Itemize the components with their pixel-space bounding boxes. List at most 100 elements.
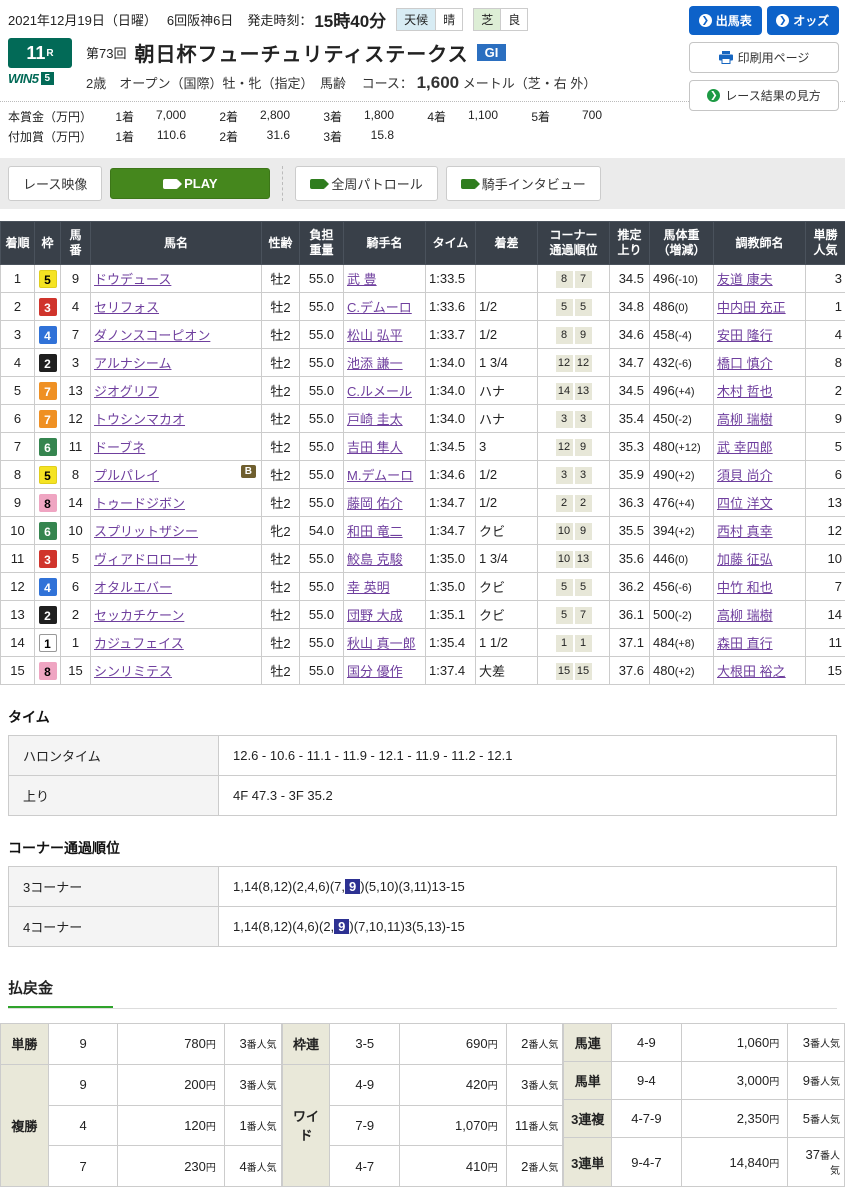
last-3f-cell: 36.2 — [610, 573, 650, 601]
extra-prize-values: 1着110.62着31.63着15.8 — [100, 128, 412, 145]
jockey-link[interactable]: C.ルメール — [347, 384, 412, 399]
trainer-link[interactable]: 安田 隆行 — [717, 328, 773, 343]
horse-name-link[interactable]: ヴィアドロローサ — [94, 552, 198, 567]
carried-weight-cell: 55.0 — [300, 293, 344, 321]
horse-name-link[interactable]: セリフォス — [94, 300, 159, 315]
payout-favorite-rank: 4番人気 — [224, 1146, 281, 1187]
corner-position: 7 — [575, 271, 592, 288]
trainer-cell: 加藤 征弘 — [714, 545, 806, 573]
horse-name-link[interactable]: スプリットザシー — [94, 524, 198, 539]
place-cell: 8 — [1, 461, 35, 489]
carried-weight-cell: 55.0 — [300, 629, 344, 657]
trainer-link[interactable]: 橋口 慎介 — [717, 356, 773, 371]
trainer-link[interactable]: 加藤 征弘 — [717, 552, 773, 567]
trainer-link[interactable]: 中竹 和也 — [717, 580, 773, 595]
horse-name-link[interactable]: シンリミテス — [94, 664, 172, 679]
how-to-read-results-button[interactable]: ❯ レース結果の見方 — [689, 80, 839, 111]
horse-name-link[interactable]: セッカチケーン — [94, 608, 184, 623]
trainer-link[interactable]: 須貝 尚介 — [717, 468, 773, 483]
jockey-link[interactable]: 幸 英明 — [347, 580, 390, 595]
horse-number-cell: 2 — [61, 601, 91, 629]
favorite-rank-cell: 2 — [806, 377, 845, 405]
body-weight-cell: 480(+2) — [650, 657, 714, 685]
horse-name-link[interactable]: トゥードジボン — [94, 496, 185, 511]
play-button[interactable]: PLAY — [110, 168, 270, 199]
jockey-link[interactable]: 松山 弘平 — [347, 328, 403, 343]
odds-button[interactable]: ❯ オッズ — [767, 6, 840, 35]
print-page-button[interactable]: 印刷用ページ — [689, 42, 839, 73]
extra-prize-label: 付加賞（万円） — [8, 128, 100, 145]
horse-name-link[interactable]: オタルエバー — [94, 580, 172, 595]
jockey-link[interactable]: 秋山 真一郎 — [347, 636, 416, 651]
horse-name-link[interactable]: ダノンスコーピオン — [94, 328, 210, 343]
frame-cell: 4 — [35, 573, 61, 601]
trainer-link[interactable]: 森田 直行 — [717, 636, 773, 651]
column-header: 馬 番 — [61, 222, 91, 265]
jockey-link[interactable]: C.デムーロ — [347, 300, 412, 315]
jockey-link[interactable]: M.デムーロ — [347, 468, 413, 483]
margin-cell: クビ — [476, 601, 538, 629]
jockey-interview-button[interactable]: 騎手インタビュー — [446, 166, 601, 201]
horse-name-cell: ヴィアドロローサ — [91, 545, 262, 573]
start-time-label: 発走時刻： — [247, 10, 312, 29]
corner-position: 3 — [575, 411, 592, 428]
jockey-link[interactable]: 戸崎 圭太 — [347, 412, 403, 427]
race-title: 朝日杯フューチュリティステークス — [134, 38, 468, 67]
body-weight-cell: 458(-4) — [650, 321, 714, 349]
sex-age-cell: 牡2 — [262, 349, 300, 377]
corner-position: 13 — [575, 383, 592, 400]
bet-type-label: 馬単 — [564, 1062, 612, 1100]
trainer-link[interactable]: 木村 哲也 — [717, 384, 773, 399]
trainer-link[interactable]: 武 幸四郎 — [717, 440, 773, 455]
payout-favorite-rank: 5番人気 — [788, 1100, 845, 1138]
payout-amount: 2,350円 — [681, 1100, 788, 1138]
horse-name-link[interactable]: ドーブネ — [94, 440, 145, 455]
racecard-button[interactable]: ❯ 出馬表 — [689, 6, 762, 35]
corner-position: 2 — [575, 495, 592, 512]
jockey-link[interactable]: 団野 大成 — [347, 608, 403, 623]
horse-name-link[interactable]: ジオグリフ — [94, 384, 159, 399]
trainer-cell: 須貝 尚介 — [714, 461, 806, 489]
trainer-link[interactable]: 友道 康夫 — [717, 272, 773, 287]
payout-favorite-rank: 3番人気 — [506, 1064, 563, 1105]
video-bar: レース映像 PLAY 全周パトロール 騎手インタビュー — [0, 158, 845, 209]
jockey-link[interactable]: 和田 竜二 — [347, 524, 403, 539]
trainer-link[interactable]: 中内田 充正 — [717, 300, 786, 315]
payout-row: 馬単9-43,000円9番人気 — [564, 1062, 845, 1100]
column-header: 馬体重 （増減） — [650, 222, 714, 265]
horse-name-cell: ダノンスコーピオン — [91, 321, 262, 349]
margin-cell: 3 — [476, 433, 538, 461]
race-number-badge: 11 R — [8, 38, 72, 68]
frame-number-badge: 3 — [39, 550, 57, 568]
horse-name-link[interactable]: ドウデュース — [94, 272, 171, 287]
jockey-link[interactable]: 吉田 隼人 — [347, 440, 403, 455]
frame-number-badge: 8 — [39, 662, 57, 680]
jockey-link[interactable]: 鮫島 克駿 — [347, 552, 403, 567]
action-buttons: ❯ 出馬表 ❯ オッズ 印刷用ページ ❯ レース結果の見方 — [689, 6, 839, 118]
corner-position: 12 — [556, 355, 573, 372]
column-header: 騎手名 — [344, 222, 426, 265]
jockey-link[interactable]: 武 豊 — [347, 272, 377, 287]
place-cell: 14 — [1, 629, 35, 657]
horse-name-cell: セッカチケーン — [91, 601, 262, 629]
trainer-link[interactable]: 四位 洋文 — [717, 496, 773, 511]
body-weight-cell: 432(-6) — [650, 349, 714, 377]
trainer-link[interactable]: 高柳 瑞樹 — [717, 608, 773, 623]
jockey-link[interactable]: 国分 優作 — [347, 664, 403, 679]
corner-order-cell: 1212 — [538, 349, 610, 377]
trainer-link[interactable]: 高柳 瑞樹 — [717, 412, 773, 427]
frame-number-badge: 8 — [39, 494, 57, 512]
trainer-link[interactable]: 西村 真幸 — [717, 524, 773, 539]
horse-name-link[interactable]: アルナシーム — [94, 356, 171, 371]
horse-name-link[interactable]: プルパレイ — [94, 468, 159, 483]
margin-cell: クビ — [476, 517, 538, 545]
trainer-link[interactable]: 大根田 裕之 — [717, 664, 786, 679]
corner-position: 10 — [556, 523, 573, 540]
jockey-link[interactable]: 池添 謙一 — [347, 356, 403, 371]
race-video-button[interactable]: レース映像 — [8, 166, 102, 201]
jockey-link[interactable]: 藤岡 佑介 — [347, 496, 403, 511]
horse-name-link[interactable]: トウシンマカオ — [94, 412, 185, 427]
prize-item: 1着7,000 — [100, 108, 204, 125]
horse-name-link[interactable]: カジュフェイス — [94, 636, 184, 651]
patrol-video-button[interactable]: 全周パトロール — [295, 166, 437, 201]
